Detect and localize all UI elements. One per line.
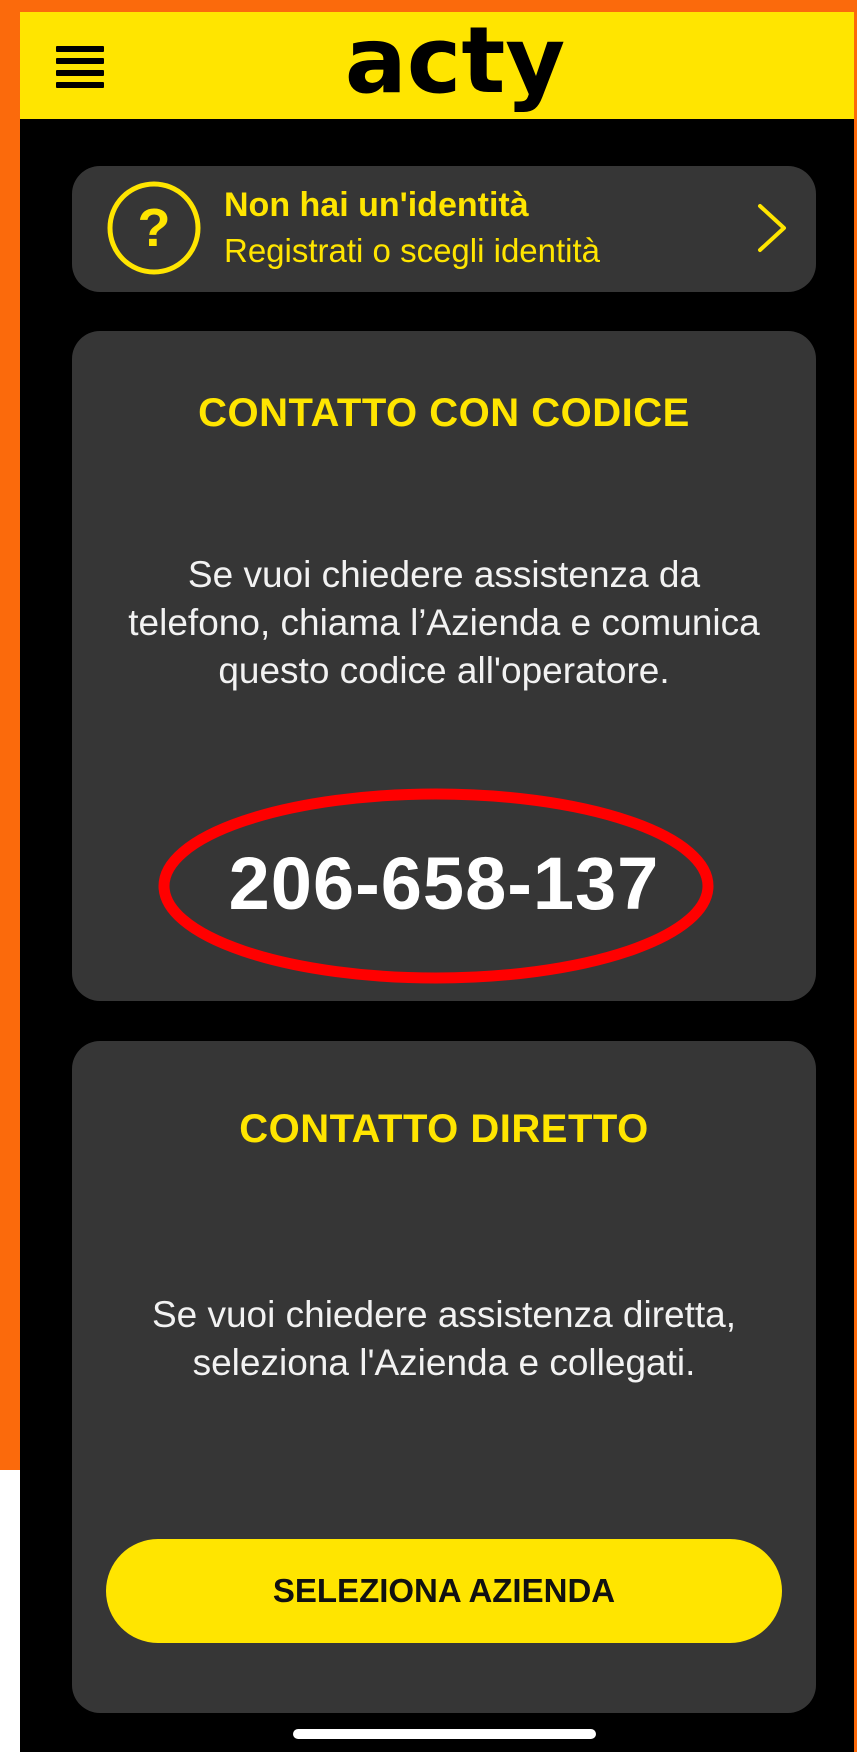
identity-title: Non hai un'identità [224,186,529,224]
svg-text:?: ? [138,198,171,258]
support-code: 206-658-137 [228,842,660,925]
select-company-button[interactable]: SELEZIONA AZIENDA [106,1539,782,1643]
svg-text:acty: acty [345,12,566,114]
question-circle-icon: ? [107,181,201,275]
direct-contact-card: CONTATTO DIRETTO Se vuoi chiedere assist… [72,1041,816,1713]
code-contact-title: CONTATTO CON CODICE [198,391,690,435]
code-contact-description: Se vuoi chiedere assistenza da telefono,… [128,554,760,691]
frame-left [0,0,20,1488]
chevron-right-icon [758,204,786,252]
code-contact-card: CONTATTO CON CODICE Se vuoi chiedere ass… [72,331,816,1001]
direct-contact-title: CONTATTO DIRETTO [239,1107,649,1151]
frame-top [0,0,857,12]
identity-subtitle: Registrati o scegli identità [224,232,601,269]
acty-logo: acty [345,12,566,114]
frame-left-bottom [0,1470,20,1752]
app-header: acty [20,12,854,119]
hamburger-menu-icon[interactable] [56,44,104,92]
direct-contact-description: Se vuoi chiedere assistenza diretta, sel… [151,1294,737,1383]
home-indicator [293,1729,596,1739]
identity-banner[interactable]: ? Non hai un'identità Registrati o scegl… [72,166,816,292]
